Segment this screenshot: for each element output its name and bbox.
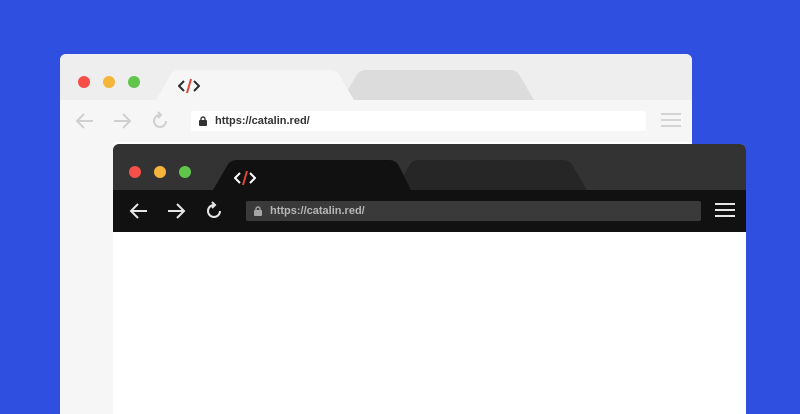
forward-button[interactable] — [111, 110, 133, 132]
page-content-area — [113, 232, 746, 414]
minimize-window-button[interactable] — [103, 76, 115, 88]
code-icon — [178, 78, 200, 94]
arrow-right-icon — [168, 203, 186, 219]
navigation-toolbar: https://catalin.red/ — [60, 100, 692, 142]
address-bar[interactable]: https://catalin.red/ — [246, 201, 701, 221]
minimize-window-button[interactable] — [154, 166, 166, 178]
url-text: https://catalin.red/ — [270, 205, 365, 217]
tab-bar — [60, 54, 692, 100]
navigation-toolbar: https://catalin.red/ — [113, 190, 746, 232]
address-bar[interactable]: https://catalin.red/ — [191, 111, 646, 131]
close-window-button[interactable] — [78, 76, 90, 88]
maximize-window-button[interactable] — [128, 76, 140, 88]
tab-inactive — [395, 160, 587, 190]
lock-icon — [254, 206, 262, 216]
tab-shapes — [156, 70, 534, 100]
forward-button[interactable] — [165, 200, 187, 222]
arrow-left-icon — [75, 113, 93, 129]
menu-button[interactable] — [715, 203, 735, 219]
page-content-area — [60, 142, 113, 414]
reload-button[interactable] — [203, 200, 225, 222]
browser-window-dark: https://catalin.red/ — [113, 144, 746, 414]
menu-button[interactable] — [661, 113, 681, 129]
reload-button[interactable] — [149, 110, 171, 132]
arrow-left-icon — [129, 203, 147, 219]
maximize-window-button[interactable] — [179, 166, 191, 178]
reload-icon — [153, 111, 167, 128]
close-window-button[interactable] — [129, 166, 141, 178]
back-button[interactable] — [128, 200, 150, 222]
tab-shapes — [213, 160, 587, 190]
code-icon — [234, 170, 256, 186]
tab-bar — [113, 144, 746, 190]
arrow-right-icon — [114, 113, 132, 129]
url-text: https://catalin.red/ — [215, 115, 310, 127]
lock-icon — [199, 116, 207, 126]
back-button[interactable] — [74, 110, 96, 132]
desktop-background: { "back_window": { "theme": "light", "ta… — [0, 0, 800, 414]
reload-icon — [207, 201, 221, 218]
tab-inactive — [342, 70, 534, 100]
